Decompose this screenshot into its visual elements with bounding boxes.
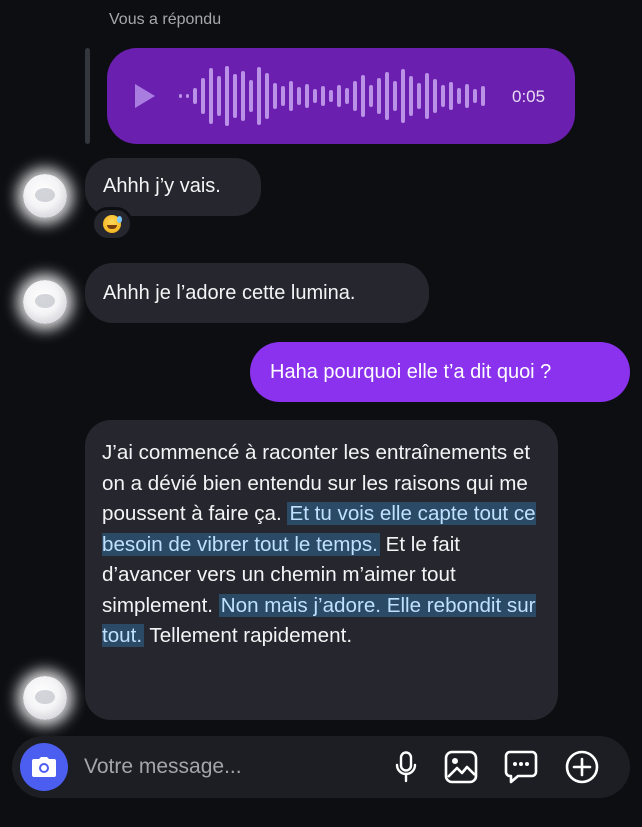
- play-icon[interactable]: [135, 84, 155, 108]
- contact-avatar[interactable]: [23, 676, 67, 720]
- message-text: Ahhh je l’adore cette lumina.: [103, 282, 356, 304]
- reaction-badge[interactable]: [91, 207, 133, 241]
- camera-button[interactable]: [20, 743, 68, 791]
- sticker-chat-icon: [504, 750, 538, 784]
- message-text-segment: Tellement rapidement.: [144, 624, 353, 647]
- message-text: Haha pourquoi elle t’a dit quoi ?: [270, 361, 552, 383]
- add-plus-icon: [565, 750, 599, 784]
- sticker-chat-button[interactable]: [503, 749, 539, 785]
- contact-avatar[interactable]: [23, 174, 67, 218]
- contact-avatar[interactable]: [23, 280, 67, 324]
- message-bubble-incoming[interactable]: Ahhh je l’adore cette lumina.: [85, 263, 429, 323]
- reply-context-label: Vous a répondu: [109, 11, 222, 28]
- camera-icon: [32, 757, 56, 777]
- message-bubble-incoming[interactable]: J’ai commencé à raconter les entraînemen…: [85, 420, 558, 720]
- message-bubble-outgoing[interactable]: Haha pourquoi elle t’a dit quoi ?: [250, 342, 630, 402]
- message-input[interactable]: [84, 753, 374, 781]
- message-text: Ahhh j’y vais.: [103, 175, 221, 197]
- voice-duration: 0:05: [512, 87, 546, 106]
- gallery-button[interactable]: [443, 749, 479, 785]
- reply-indicator-bar: [85, 48, 90, 144]
- microphone-icon: [395, 751, 417, 783]
- audio-waveform: [179, 64, 485, 128]
- microphone-button[interactable]: [388, 749, 424, 785]
- sweat-smile-emoji-icon: [103, 215, 122, 233]
- add-button[interactable]: [564, 749, 600, 785]
- message-composer: [12, 736, 630, 798]
- gallery-icon: [444, 750, 478, 784]
- voice-message-bubble[interactable]: 0:05: [107, 48, 575, 144]
